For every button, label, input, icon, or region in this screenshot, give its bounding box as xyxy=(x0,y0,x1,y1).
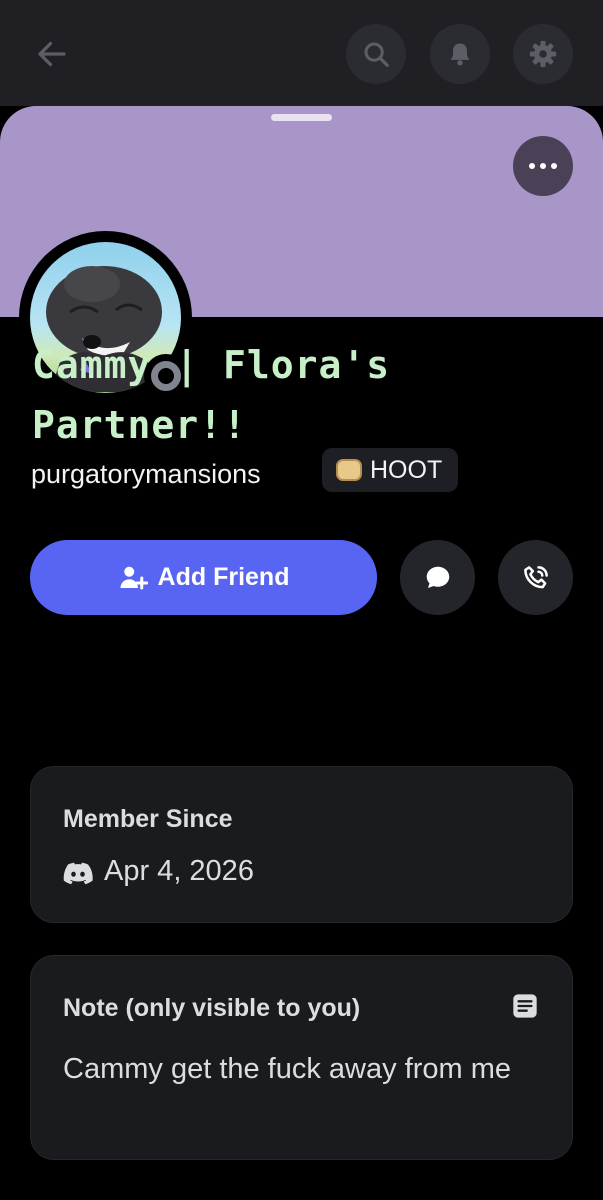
guild-tag-badge-icon xyxy=(336,459,362,481)
top-bar xyxy=(0,0,603,106)
settings-button[interactable] xyxy=(513,24,573,84)
message-button[interactable] xyxy=(400,540,475,615)
drag-handle[interactable] xyxy=(271,114,332,121)
note-text[interactable]: Cammy get the fuck away from me xyxy=(63,1048,533,1090)
more-options-button[interactable] xyxy=(513,136,573,196)
arrow-left-icon xyxy=(38,41,66,67)
back-button[interactable] xyxy=(28,30,76,78)
username[interactable]: purgatorymansions xyxy=(31,456,261,492)
dot xyxy=(551,163,557,169)
chat-bubble-icon xyxy=(426,566,449,588)
member-since-title: Member Since xyxy=(63,805,233,833)
search-button[interactable] xyxy=(346,24,406,84)
guild-tag[interactable]: HOOT xyxy=(322,448,459,492)
add-friend-button[interactable]: Add Friend xyxy=(30,540,377,615)
phone-call-icon xyxy=(523,565,548,588)
notifications-button[interactable] xyxy=(430,24,490,84)
note-title: Note (only visible to you) xyxy=(63,994,361,1022)
voice-call-button[interactable] xyxy=(498,540,573,615)
bell-icon xyxy=(450,43,470,66)
search-icon xyxy=(364,42,389,67)
display-name-line1: Cammy | Flora's xyxy=(32,343,391,387)
discord-icon xyxy=(63,862,93,885)
guild-tag-label: HOOT xyxy=(370,455,443,484)
dot xyxy=(540,163,546,169)
add-friend-label: Add Friend xyxy=(157,563,290,591)
member-since-date: Apr 4, 2026 xyxy=(104,855,254,887)
note-icon[interactable] xyxy=(511,992,539,1020)
dot xyxy=(529,163,535,169)
display-name-line2: Partner!! xyxy=(32,403,247,447)
member-since-card: Member Since Apr 4, 2026 xyxy=(30,766,573,923)
display-name: Cammy | Flora's Partner!! xyxy=(32,335,572,455)
note-card[interactable]: Note (only visible to you) Cammy get the… xyxy=(30,955,573,1160)
add-user-icon xyxy=(120,566,148,589)
gear-icon xyxy=(529,40,557,68)
